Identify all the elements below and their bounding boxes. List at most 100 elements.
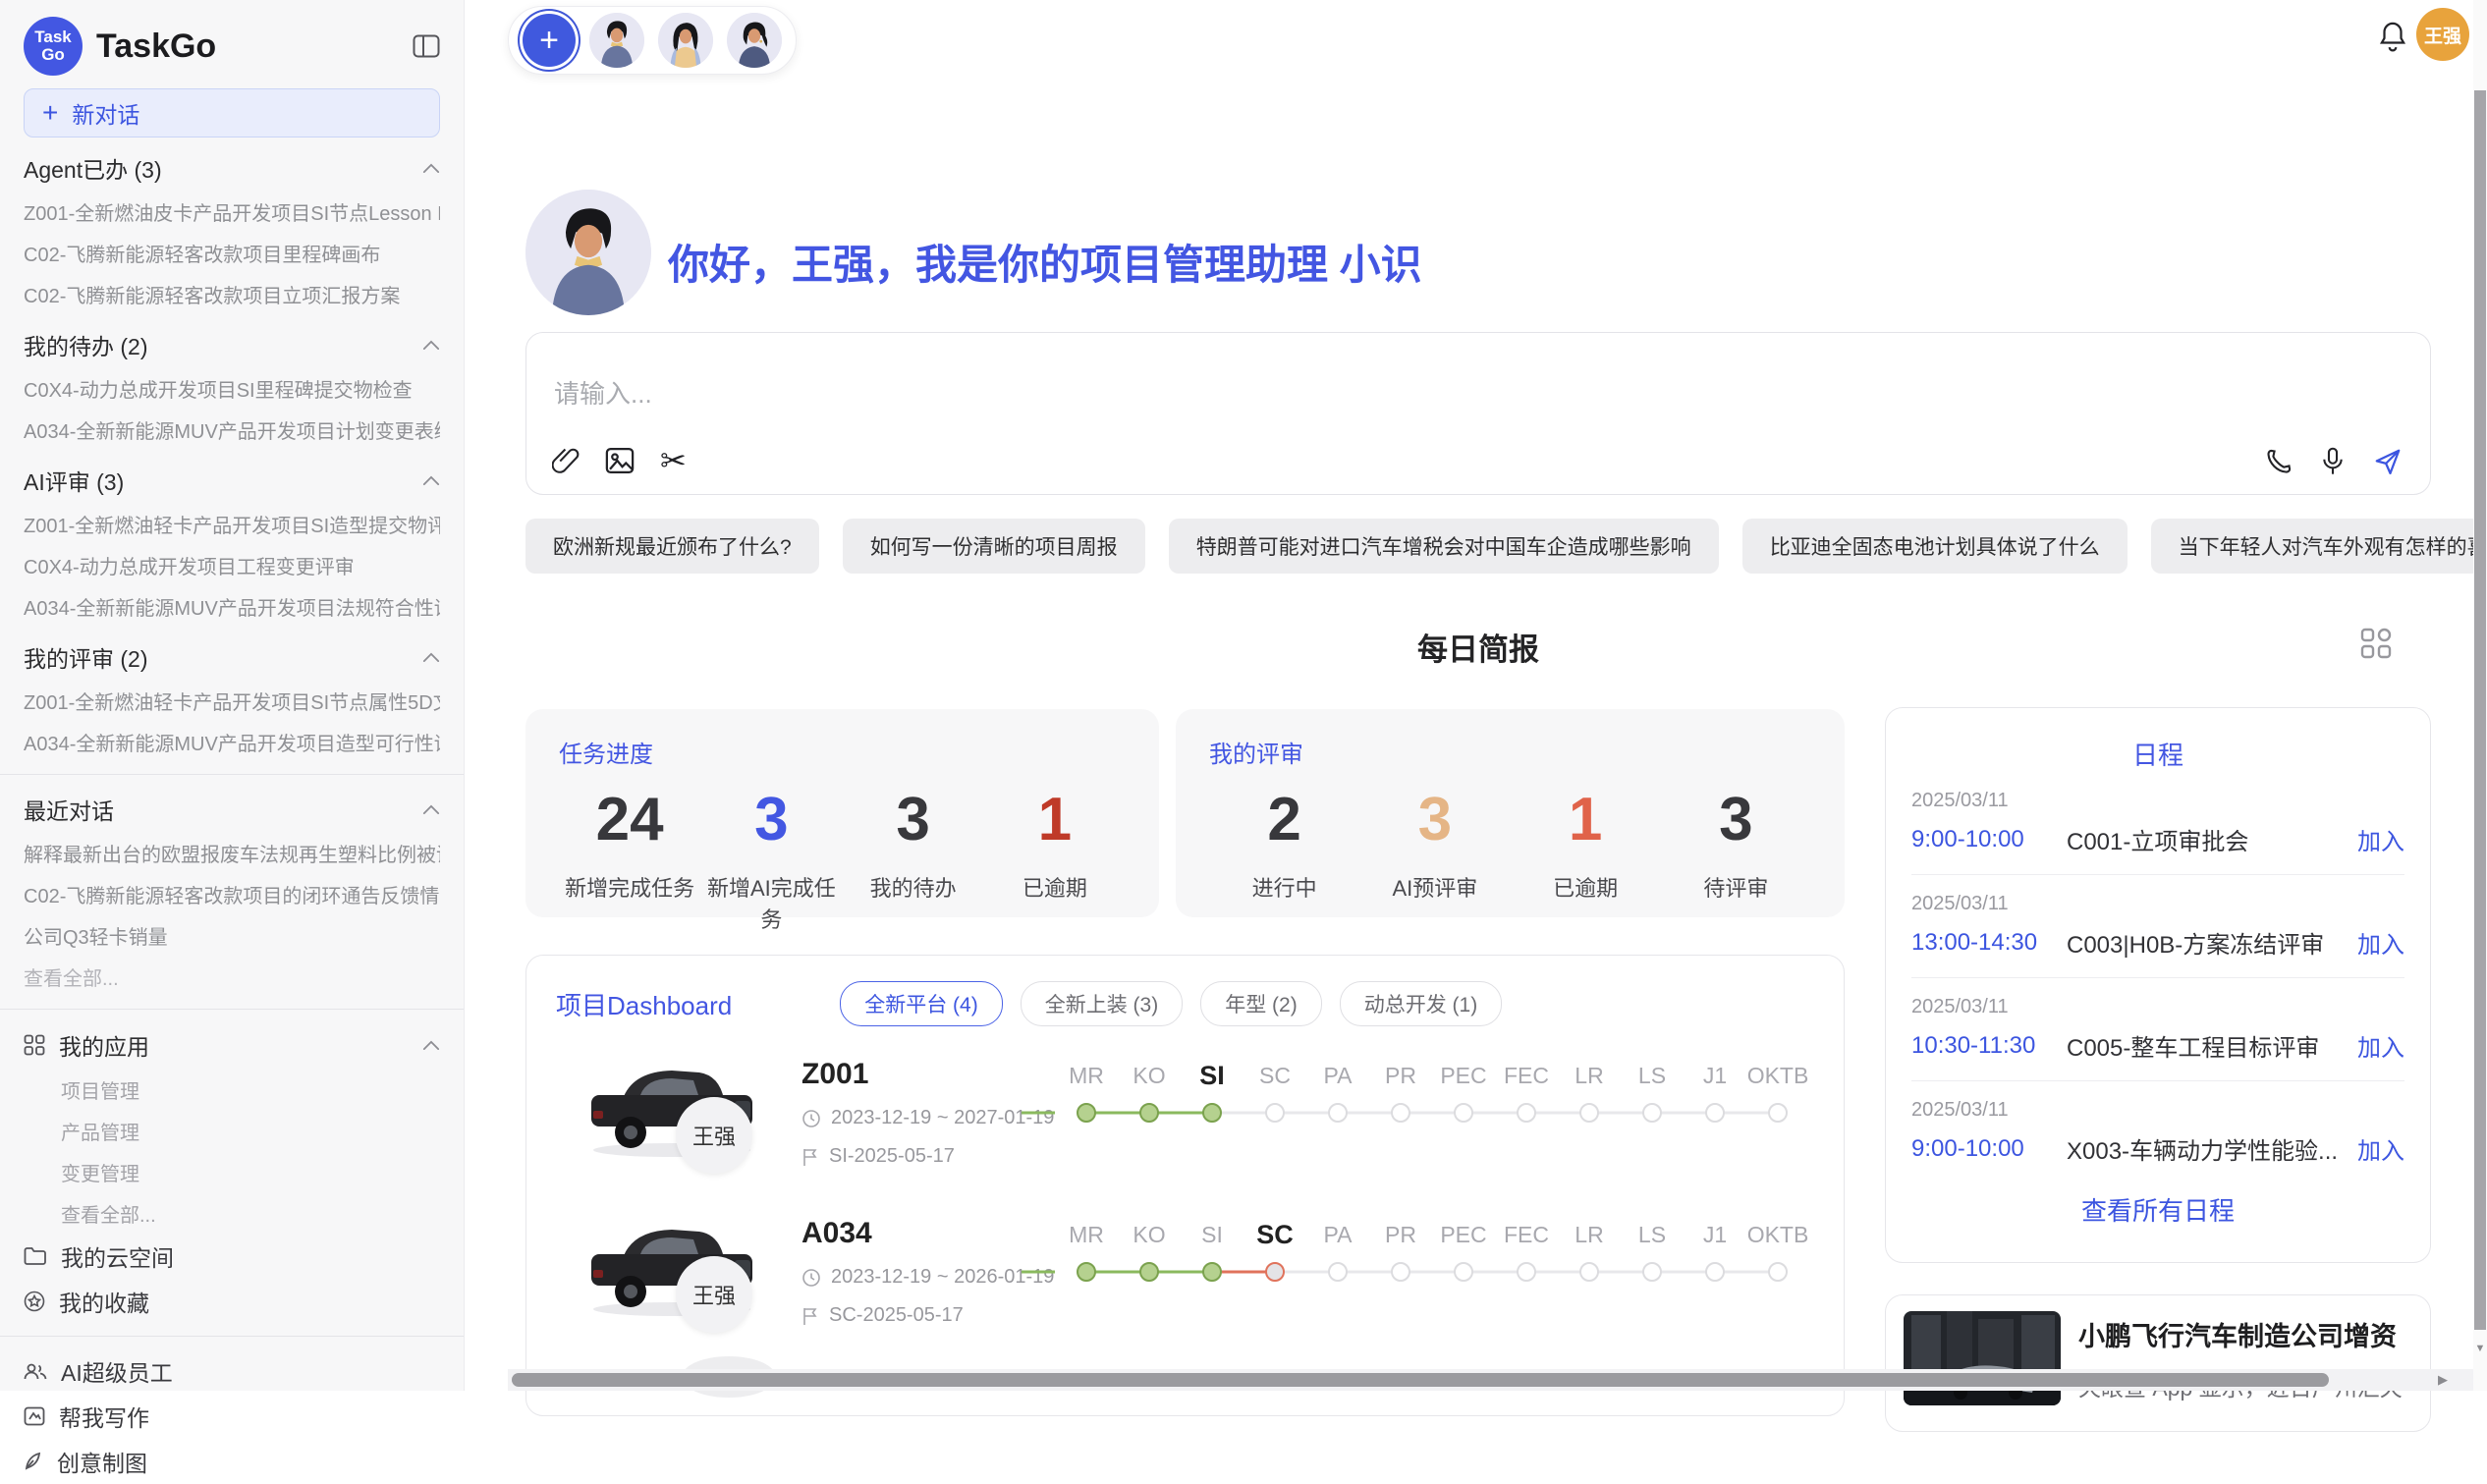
section-my-apps[interactable]: 我的应用 [24,1021,440,1069]
users-icon [24,1361,47,1381]
horizontal-scrollbar-thumb[interactable] [512,1373,2329,1387]
attachment-icon[interactable] [552,446,580,475]
join-button[interactable]: 加入 [2357,925,2404,960]
assistant-avatar [525,190,651,315]
recent-view-all[interactable]: 查看全部... [24,956,440,997]
suggestion-chip[interactable]: 比亚迪全固态电池计划具体说了什么 [1742,519,2128,574]
agent-avatar[interactable] [727,13,782,68]
tab-new-body[interactable]: 全新上装 (3) [1021,981,1184,1026]
tab-new-platform[interactable]: 全新平台 (4) [840,981,1003,1026]
section-my-review[interactable]: 我的评审 (2) [24,634,440,680]
project-row[interactable]: 王强 Z001 2023-12-19 ~ 2027-01-19 SI-2025-… [556,1054,1814,1191]
project-row[interactable]: 王强 A034 2023-12-19 ~ 2026-01-19 SC-2025-… [556,1213,1814,1350]
stat: 3待评审 [1661,787,1811,903]
list-item[interactable]: C0X4-动力总成开发项目SI里程碑提交物检查 [24,367,440,409]
join-button[interactable]: 加入 [2357,1028,2404,1063]
app-logo: TaskGo [24,17,83,76]
project-flag-date: SC-2025-05-17 [801,1304,1055,1327]
suggestion-chip[interactable]: 如何写一份清晰的项目周报 [843,519,1145,574]
view-all-schedule-link[interactable]: 查看所有日程 [1911,1191,2404,1228]
new-chat-button[interactable]: + 新对话 [24,88,440,137]
news-card[interactable]: 小鹏飞行汽车制造公司增资 天眼查 App 显示，近日广州汇天飞行汽... [1885,1294,2431,1432]
join-button[interactable]: 加入 [2357,1131,2404,1166]
list-item[interactable]: C02-飞腾新能源轻客改款项目里程碑画布 [24,232,440,273]
user-avatar[interactable]: 王强 [2416,8,2469,61]
vertical-scrollbar-thumb[interactable] [2474,90,2486,1330]
list-item[interactable]: 公司Q3轻卡销量 [24,914,440,956]
list-item[interactable]: Z001-全新燃油轻卡产品开发项目SI造型提交物评审 [24,503,440,544]
list-item[interactable]: A034-全新新能源MUV产品开发项目法规符合性评审 [24,585,440,627]
microphone-icon[interactable] [2320,447,2346,476]
image-icon[interactable] [605,447,635,474]
join-button[interactable]: 加入 [2357,822,2404,856]
schedule-title: 日程 [1911,736,2404,772]
stat: 3我的待办 [843,787,984,934]
scroll-down-arrow-icon[interactable]: ▼ [2474,1342,2486,1355]
plus-icon: + [539,22,559,60]
sidebar-item-ai-super-staff[interactable]: AI超级员工 [24,1348,440,1394]
list-item[interactable]: A034-全新新能源MUV产品开发项目造型可行性评审 [24,721,440,762]
list-item[interactable]: Z001-全新燃油皮卡产品开发项目SI节点Lesson Learn报告 [24,191,440,232]
add-agent-button[interactable]: + [523,14,576,67]
apps-grid-icon [24,1034,45,1056]
list-item[interactable]: Z001-全新燃油轻卡产品开发项目SI节点属性5D文件评审 [24,680,440,721]
apps-view-all[interactable]: 查看全部... [24,1192,440,1234]
phone-icon[interactable] [2265,448,2293,475]
scroll-right-arrow-icon[interactable]: ▶ [2438,1372,2448,1388]
stat: 24新增完成任务 [559,787,700,934]
notification-bell-icon[interactable] [2377,20,2408,53]
vertical-scrollbar[interactable]: ▼ [2473,0,2487,1391]
layout-grid-icon[interactable] [2357,625,2395,662]
list-item[interactable]: A034-全新新能源MUV产品开发项目计划变更表编写 [24,409,440,450]
suggestion-chip[interactable]: 欧洲新规最近颁布了什么? [525,519,819,574]
tab-year-model[interactable]: 年型 (2) [1200,981,1322,1026]
list-item[interactable]: C0X4-动力总成开发项目工程变更评审 [24,544,440,585]
tab-powertrain[interactable]: 动总开发 (1) [1340,981,1503,1026]
sidebar-item-cloud-space[interactable]: 我的云空间 [24,1234,440,1279]
schedule-event: 2025/03/11 9:00-10:00 X003-车辆动力学性能验... 加… [1911,1099,2404,1166]
daily-briefing-title: 每日简报 [525,625,2431,669]
chat-input[interactable] [552,378,1735,411]
task-progress-card: 任务进度 24新增完成任务 3新增AI完成任务 3我的待办 1已逾期 [525,709,1159,917]
section-recent-chats[interactable]: 最近对话 [24,787,440,832]
star-badge-icon [24,1291,45,1312]
send-icon[interactable] [2373,447,2403,476]
milestone-dot [1055,1101,1118,1125]
list-item[interactable]: 解释最新出台的欧盟报废车法规再生塑料比例被调至15%... [24,832,440,873]
chevron-up-icon [422,340,440,351]
suggestion-chip[interactable]: 特朗普可能对进口汽车增税会对中国车企造成哪些影响 [1169,519,1719,574]
card-title: 我的评审 [1209,735,1811,769]
agent-avatar[interactable] [658,13,713,68]
stat: 3新增AI完成任务 [700,787,842,934]
agent-avatar[interactable] [589,13,644,68]
section-agent-done[interactable]: Agent已办 (3) [24,145,440,191]
project-dates: 2023-12-19 ~ 2027-01-19 [801,1107,1055,1129]
divider [1911,977,2404,978]
sidebar-item-product-mgmt[interactable]: 产品管理 [24,1110,440,1151]
sidebar-item-project-mgmt[interactable]: 项目管理 [24,1069,440,1110]
pen-icon [24,1452,43,1471]
owner-badge: 王强 [676,1256,752,1333]
chat-composer: ✂ [525,332,2431,495]
milestone-timeline: MRKO SISC PAPR PECFEC LRLS J1OKTB [1055,1219,1814,1350]
card-title: 任务进度 [559,735,1126,769]
milestone-dot [1055,1260,1118,1284]
section-my-todo[interactable]: 我的待办 (2) [24,322,440,367]
project-name: Z001 [801,1058,1055,1091]
app-title: TaskGo [96,27,216,66]
my-review-card: 我的评审 2进行中 3AI预评审 1已逾期 3待评审 [1176,709,1845,917]
suggestion-chip[interactable]: 当下年轻人对汽车外观有怎样的喜好趋势 [2151,519,2487,574]
horizontal-scrollbar[interactable]: ▶ [508,1369,2473,1391]
collapse-sidebar-icon[interactable] [413,34,440,58]
sidebar-item-change-mgmt[interactable]: 变更管理 [24,1151,440,1192]
section-ai-review[interactable]: AI评审 (3) [24,458,440,503]
list-item[interactable]: C02-飞腾新能源轻客改款项目的闭环通告反馈情况 [24,873,440,914]
sidebar-item-favorites[interactable]: 我的收藏 [24,1279,440,1324]
project-dashboard-card: 项目Dashboard 全新平台 (4) 全新上装 (3) 年型 (2) 动总开… [525,955,1845,1416]
scissors-icon[interactable]: ✂ [660,445,687,476]
divider [1911,874,2404,875]
list-item[interactable]: C02-飞腾新能源轻客改款项目立项汇报方案 [24,273,440,314]
stat: 1已逾期 [984,787,1126,934]
sidebar-item-creative-drawing[interactable]: 创意制图 [24,1439,440,1484]
sidebar-item-help-me-write[interactable]: 帮我写作 [24,1394,440,1439]
